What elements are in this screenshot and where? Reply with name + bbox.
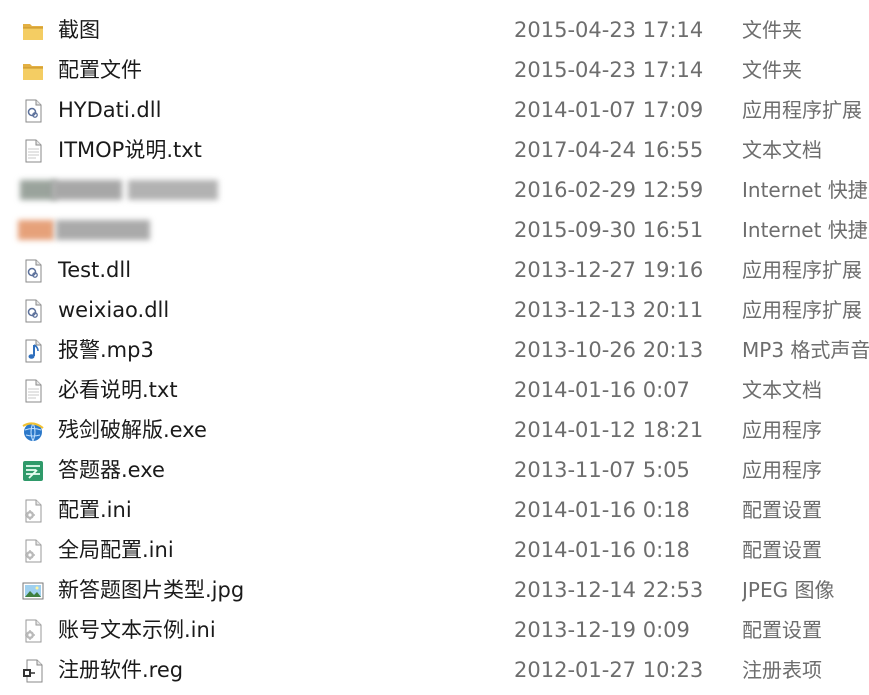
file-modified-date: 2014-01-16 0:18 [514,538,690,562]
file-modified-date: 2015-04-23 17:14 [514,58,704,82]
file-modified-date: 2014-01-07 17:09 [514,98,704,122]
file-name[interactable]: 必看说明.txt [58,377,178,403]
file-row[interactable]: 答题器.exe 2013-11-07 5:05 应用程序 [0,450,869,490]
file-modified-date: 2014-01-16 0:18 [514,498,690,522]
file-row[interactable]: 新答题图片类型.jpg 2013-12-14 22:53 JPEG 图像 [0,570,869,610]
file-modified-date: 2015-04-23 17:14 [514,18,704,42]
file-row[interactable]: 2015-09-30 16:51 Internet 快捷方式 [0,210,869,250]
file-modified-date: 2013-10-26 20:13 [514,338,704,362]
file-name[interactable]: 配置文件 [58,57,142,83]
dll-file-icon [20,298,46,324]
file-type: Internet 快捷方式 [742,178,869,202]
file-row[interactable]: 配置.ini 2014-01-16 0:18 配置设置 [0,490,869,530]
audio-file-icon [20,338,46,364]
redacted-block [52,180,122,200]
file-row[interactable]: 必看说明.txt 2014-01-16 0:07 文本文档 [0,370,869,410]
file-modified-date: 2012-01-27 10:23 [514,658,704,682]
folder-icon [20,18,46,44]
redacted-block [20,180,56,200]
file-row[interactable]: 2016-02-29 12:59 Internet 快捷方式 [0,170,869,210]
file-row[interactable]: 报警.mp3 2013-10-26 20:13 MP3 格式声音 [0,330,869,370]
file-type: Internet 快捷方式 [742,218,869,242]
redacted-block [18,220,54,240]
file-name[interactable]: 配置.ini [58,497,132,523]
folder-icon [20,58,46,84]
file-modified-date: 2013-11-07 5:05 [514,458,690,482]
globe-exe-icon [20,418,46,444]
file-modified-date: 2013-12-19 0:09 [514,618,690,642]
file-name[interactable]: 答题器.exe [58,457,165,483]
file-row[interactable]: 账号文本示例.ini 2013-12-19 0:09 配置设置 [0,610,869,650]
file-row[interactable]: 全局配置.ini 2014-01-16 0:18 配置设置 [0,530,869,570]
file-type: 配置设置 [742,618,822,642]
file-row[interactable]: HYDati.dll 2014-01-07 17:09 应用程序扩展 [0,90,869,130]
redacted-block [128,180,218,200]
file-row[interactable]: 截图 2015-04-23 17:14 文件夹 [0,10,869,50]
file-modified-date: 2013-12-13 20:11 [514,298,704,322]
file-modified-date: 2015-09-30 16:51 [514,218,704,242]
file-name[interactable]: 残剑破解版.exe [58,417,207,443]
file-row[interactable]: weixiao.dll 2013-12-13 20:11 应用程序扩展 [0,290,869,330]
file-type: MP3 格式声音 [742,338,869,362]
file-modified-date: 2016-02-29 12:59 [514,178,704,202]
file-type: 应用程序扩展 [742,258,862,282]
file-modified-date: 2013-12-27 19:16 [514,258,704,282]
text-file-icon [20,138,46,164]
file-name[interactable]: 账号文本示例.ini [58,617,216,643]
dll-file-icon [20,258,46,284]
file-type: 文件夹 [742,58,802,82]
file-type: 应用程序 [742,458,822,482]
file-row[interactable]: Test.dll 2013-12-27 19:16 应用程序扩展 [0,250,869,290]
file-name[interactable]: 新答题图片类型.jpg [58,577,244,603]
file-type: 应用程序扩展 [742,298,862,322]
file-name[interactable]: 全局配置.ini [58,537,174,563]
green-exe-icon [20,458,46,484]
dll-file-icon [20,98,46,124]
registry-file-icon [20,658,46,684]
file-type: 应用程序扩展 [742,98,862,122]
file-type: 配置设置 [742,498,822,522]
file-type: 应用程序 [742,418,822,442]
file-type: 文件夹 [742,18,802,42]
file-name[interactable]: weixiao.dll [58,297,169,323]
file-name[interactable]: 报警.mp3 [58,337,154,363]
ini-file-icon [20,538,46,564]
file-name[interactable]: 截图 [58,17,100,43]
ini-file-icon [20,618,46,644]
ini-file-icon [20,498,46,524]
file-modified-date: 2013-12-14 22:53 [514,578,704,602]
file-row[interactable]: ITMOP说明.txt 2017-04-24 16:55 文本文档 [0,130,869,170]
file-row[interactable]: 注册软件.reg 2012-01-27 10:23 注册表项 [0,650,869,690]
file-type: 注册表项 [742,658,822,682]
file-modified-date: 2014-01-12 18:21 [514,418,704,442]
file-type: 文本文档 [742,138,822,162]
file-name[interactable]: 注册软件.reg [58,657,183,683]
file-type: 配置设置 [742,538,822,562]
text-file-icon [20,378,46,404]
redacted-block [56,220,150,240]
file-list: 截图 2015-04-23 17:14 文件夹 配置文件 2015-04-23 17:1… [0,10,869,690]
file-modified-date: 2017-04-24 16:55 [514,138,704,162]
file-name[interactable]: HYDati.dll [58,97,161,123]
image-file-icon [20,578,46,604]
file-modified-date: 2014-01-16 0:07 [514,378,690,402]
file-row[interactable]: 残剑破解版.exe 2014-01-12 18:21 应用程序 [0,410,869,450]
file-name[interactable]: ITMOP说明.txt [58,137,202,163]
file-name[interactable]: Test.dll [58,257,131,283]
file-row[interactable]: 配置文件 2015-04-23 17:14 文件夹 [0,50,869,90]
file-type: JPEG 图像 [742,578,835,602]
file-type: 文本文档 [742,378,822,402]
